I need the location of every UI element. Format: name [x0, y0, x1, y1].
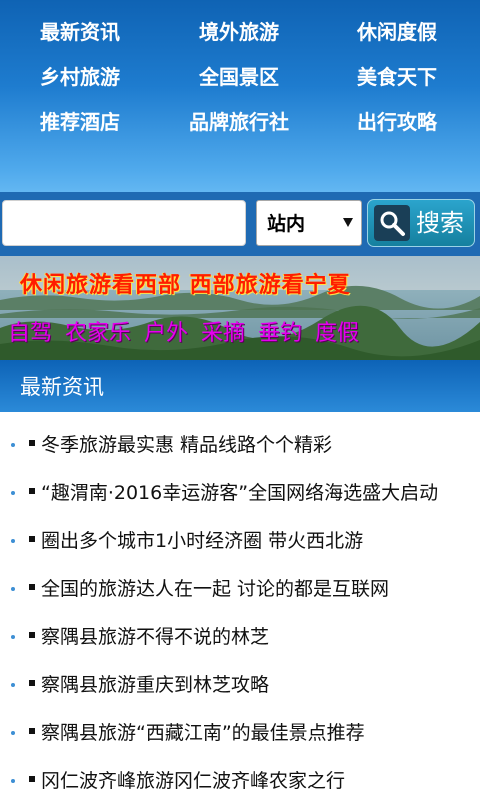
search-scope-value: 站内 [267, 213, 306, 235]
nav-item-leisure-vacation[interactable]: 休闲度假 [357, 20, 437, 44]
top-nav: 最新资讯 境外旅游 休闲度假 乡村旅游 全国景区 美食天下 推荐酒店 品牌旅行社… [0, 0, 480, 192]
news-item-title: 全国的旅游达人在一起 讨论的都是互联网 [41, 578, 390, 600]
nav-item-food[interactable]: 美食天下 [357, 65, 437, 89]
search-button[interactable]: 搜索 [367, 199, 475, 247]
list-item[interactable]: “趣渭南·2016幸运游客”全国网络海选盛大启动 [0, 470, 480, 518]
nav-item-latest-news[interactable]: 最新资讯 [40, 20, 120, 44]
list-item[interactable]: 圈出多个城市1小时经济圈 带火西北游 [0, 518, 480, 566]
news-item-title: 冈仁波齐峰旅游冈仁波齐峰农家之行 [41, 770, 346, 792]
section-title: 最新资讯 [20, 375, 104, 399]
news-item-title: 圈出多个城市1小时经济圈 带火西北游 [41, 530, 364, 552]
bullet-dot-icon [11, 539, 15, 543]
nav-item-travel-guides[interactable]: 出行攻略 [357, 110, 437, 134]
bullet-square-icon [29, 584, 35, 590]
news-item-title: 察隅县旅游重庆到林芝攻略 [41, 674, 270, 696]
bullet-square-icon [29, 728, 35, 734]
dropdown-arrow-icon [343, 218, 353, 227]
banner-tagline: 自驾 农家乐 户外 采摘 垂钓 度假 [8, 321, 359, 346]
bullet-dot-icon [11, 635, 15, 639]
news-item-title: 察隅县旅游不得不说的林芝 [41, 626, 270, 648]
list-item[interactable]: 察隅县旅游不得不说的林芝 [0, 614, 480, 662]
bullet-dot-icon [11, 731, 15, 735]
bullet-dot-icon [11, 683, 15, 687]
bullet-square-icon [29, 488, 35, 494]
bullet-dot-icon [11, 587, 15, 591]
list-item[interactable]: 全国的旅游达人在一起 讨论的都是互联网 [0, 566, 480, 614]
search-scope-select[interactable]: 站内 [256, 200, 362, 246]
news-item-title: 冬季旅游最实惠 精品线路个个精彩 [41, 434, 333, 456]
list-item[interactable]: 冬季旅游最实惠 精品线路个个精彩 [0, 422, 480, 470]
bullet-square-icon [29, 440, 35, 446]
news-item-title: “趣渭南·2016幸运游客”全国网络海选盛大启动 [41, 482, 439, 504]
list-item[interactable]: 察隅县旅游“西藏江南”的最佳景点推荐 [0, 710, 480, 758]
nav-item-brand-travel-agencies[interactable]: 品牌旅行社 [189, 110, 289, 134]
nav-item-national-scenic-spots[interactable]: 全国景区 [199, 65, 279, 89]
search-bar: 站内 搜索 [0, 192, 480, 256]
list-item[interactable]: 冈仁波齐峰旅游冈仁波齐峰农家之行 [0, 758, 480, 800]
nav-item-rural-travel[interactable]: 乡村旅游 [40, 65, 120, 89]
magnifier-icon [374, 205, 410, 241]
list-item[interactable]: 察隅县旅游重庆到林芝攻略 [0, 662, 480, 710]
nav-item-recommended-hotels[interactable]: 推荐酒店 [40, 110, 120, 134]
banner-headline: 休闲旅游看西部 西部旅游看宁夏 [20, 273, 351, 298]
bullet-dot-icon [11, 443, 15, 447]
latest-news-header: 最新资讯 [0, 360, 480, 412]
bullet-dot-icon [11, 779, 15, 783]
search-button-label: 搜索 [416, 209, 464, 237]
news-item-title: 察隅县旅游“西藏江南”的最佳景点推荐 [41, 722, 365, 744]
bullet-square-icon [29, 680, 35, 686]
bullet-square-icon [29, 536, 35, 542]
search-input[interactable] [2, 200, 246, 246]
bullet-square-icon [29, 776, 35, 782]
bullet-dot-icon [11, 491, 15, 495]
nav-item-overseas-travel[interactable]: 境外旅游 [199, 20, 279, 44]
bullet-square-icon [29, 632, 35, 638]
news-list: 冬季旅游最实惠 精品线路个个精彩 “趣渭南·2016幸运游客”全国网络海选盛大启… [0, 412, 480, 800]
promo-banner[interactable]: 休闲旅游看西部 西部旅游看宁夏 自驾 农家乐 户外 采摘 垂钓 度假 [0, 256, 480, 360]
